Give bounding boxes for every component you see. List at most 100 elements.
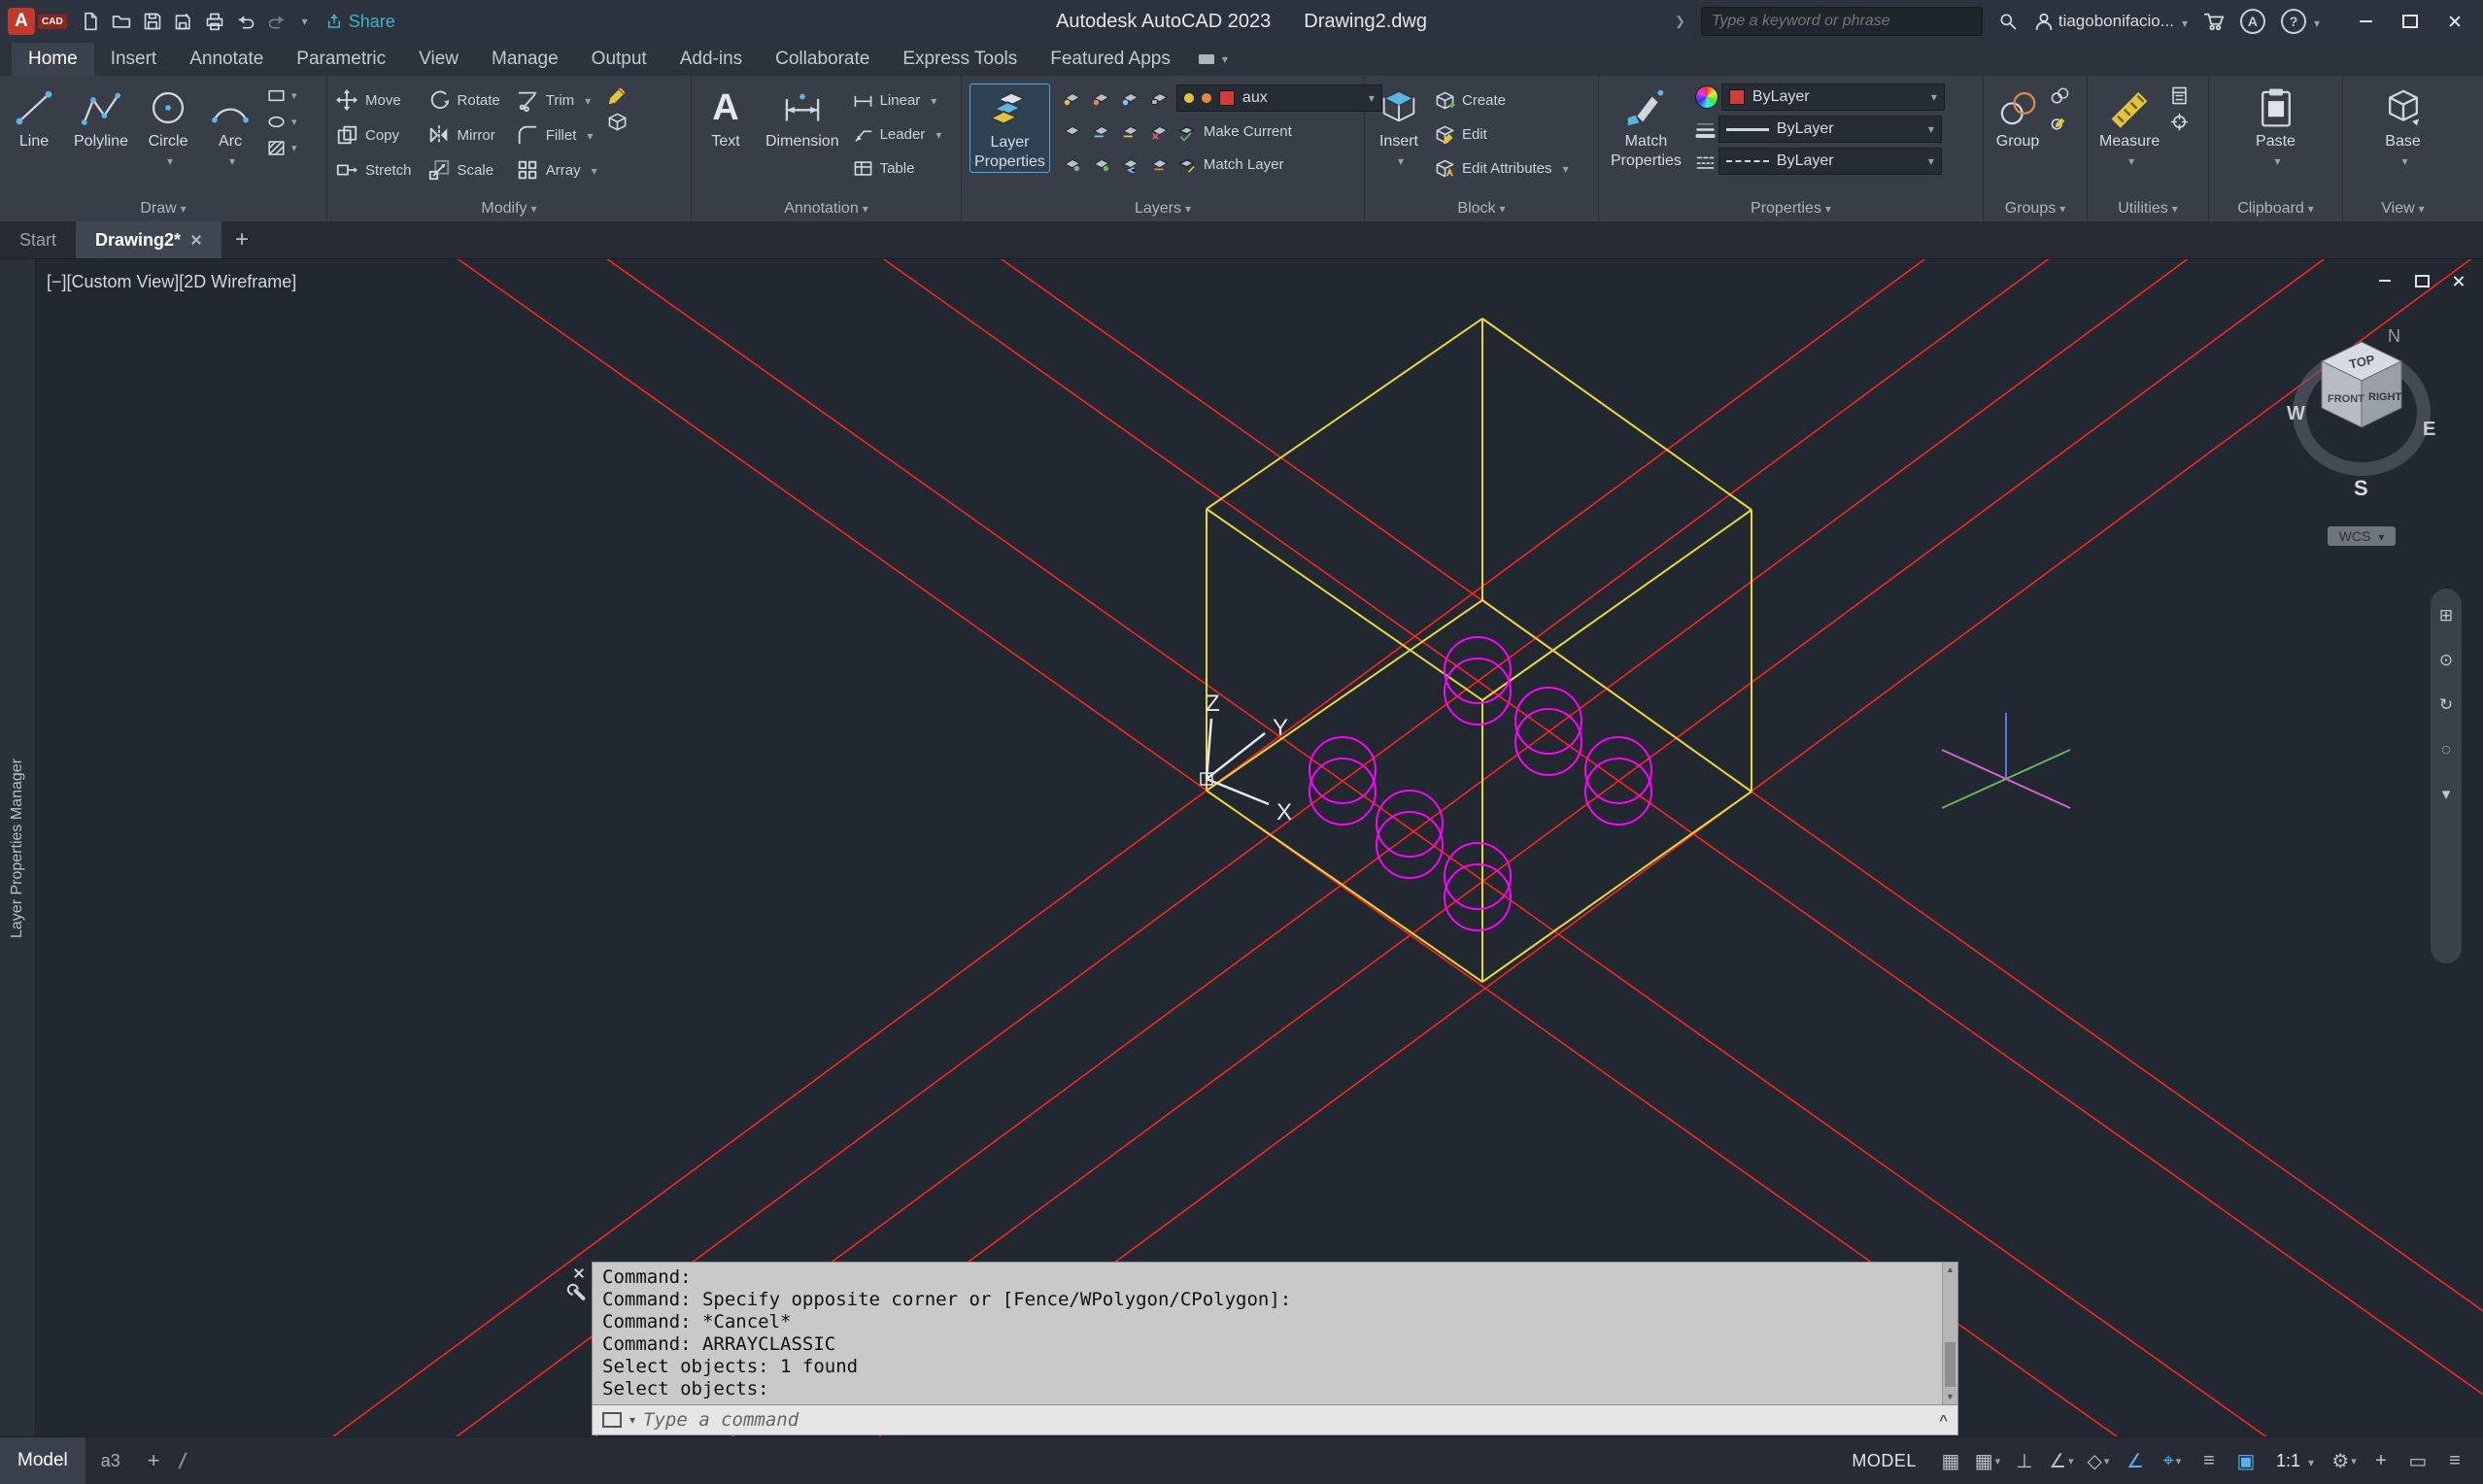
layer-off-icon[interactable] xyxy=(1060,89,1083,107)
panel-label-clipboard[interactable]: Clipboard xyxy=(2209,195,2342,221)
command-window[interactable]: Command: Command: Specify opposite corner… xyxy=(566,1262,1958,1435)
trim-caret[interactable] xyxy=(581,92,591,109)
layer-properties-button[interactable]: Layer Properties xyxy=(969,84,1050,173)
linetype-icon[interactable] xyxy=(1695,152,1716,172)
tab-express-tools[interactable]: Express Tools xyxy=(886,43,1034,76)
group-tool[interactable]: Group xyxy=(1991,84,2044,152)
autocad-logo[interactable]: A xyxy=(8,8,35,35)
tab-annotate[interactable]: Annotate xyxy=(173,43,280,76)
search-box[interactable] xyxy=(1700,7,1983,36)
layer-isolate-icon[interactable] xyxy=(1089,89,1112,107)
circle-split-caret[interactable] xyxy=(163,152,173,170)
layer-state-icon[interactable] xyxy=(1060,122,1083,140)
qat-customize-caret[interactable] xyxy=(298,13,308,30)
object-color-dropdown[interactable]: ByLayer xyxy=(1720,84,1945,111)
viewport-minimize-icon[interactable] xyxy=(2376,272,2394,289)
text-tool[interactable]: A Text xyxy=(699,84,752,152)
array-caret[interactable] xyxy=(588,162,597,179)
group-edit-icon[interactable] xyxy=(2050,112,2070,132)
snap-mode-icon[interactable]: ▦ ▾ xyxy=(1971,1444,2004,1477)
tab-add-ins[interactable]: Add-ins xyxy=(663,43,759,76)
linear-dimension-tool[interactable]: Linear xyxy=(853,84,942,117)
edit-attributes-caret[interactable] xyxy=(1559,160,1569,177)
model-space-tab[interactable]: Model xyxy=(0,1437,85,1484)
viewport-close-icon[interactable] xyxy=(2450,272,2467,289)
compass-south[interactable]: S xyxy=(2354,476,2368,500)
layer-delete-icon[interactable] xyxy=(1147,122,1171,140)
navbar-icon[interactable]: ⊙ xyxy=(2436,651,2456,670)
copy-tool[interactable]: Copy xyxy=(335,118,412,152)
wcs-dropdown[interactable]: WCS xyxy=(2327,526,2397,546)
mirror-tool[interactable]: Mirror xyxy=(427,118,500,152)
stretch-tool[interactable]: Stretch xyxy=(335,153,412,186)
viewport-restore-icon[interactable] xyxy=(2413,272,2431,289)
command-input-bar[interactable]: ▾ Type a command ^ xyxy=(592,1405,1958,1435)
customize-icon[interactable]: ≡ xyxy=(2438,1444,2471,1477)
panel-label-modify[interactable]: Modify xyxy=(327,195,691,221)
id-point-icon[interactable] xyxy=(2169,112,2190,132)
linear-caret[interactable] xyxy=(927,92,936,109)
help-menu[interactable]: ? xyxy=(2280,9,2320,34)
rectangle-tool-icon[interactable] xyxy=(266,85,287,106)
compass-west[interactable]: W xyxy=(2287,403,2305,424)
maximize-button[interactable] xyxy=(2388,0,2432,43)
navbar-icon[interactable]: ↻ xyxy=(2436,695,2456,715)
insert-caret[interactable] xyxy=(1394,152,1404,170)
tab-manage[interactable]: Manage xyxy=(475,43,575,76)
autodesk-assistant-icon[interactable]: A xyxy=(2239,9,2265,34)
linetype-dropdown[interactable]: ByLayer xyxy=(1718,148,1942,175)
viewcube-front-face[interactable]: FRONT xyxy=(2328,393,2364,405)
search-input[interactable] xyxy=(1709,12,1974,31)
ellipse-tool-icon[interactable] xyxy=(266,112,287,132)
array-tool[interactable]: Array xyxy=(516,153,597,186)
compass-east[interactable]: E xyxy=(2423,419,2435,440)
polar-tracking-icon[interactable]: ∠ ▾ xyxy=(2045,1444,2078,1477)
insert-block-tool[interactable]: Insert xyxy=(1373,84,1425,172)
ungroup-icon[interactable] xyxy=(2050,85,2070,106)
polyline-tool[interactable]: Polyline xyxy=(70,84,132,152)
layout-tab-a3[interactable]: a3 xyxy=(85,1451,136,1471)
navbar-icon[interactable]: ◌ xyxy=(2436,740,2456,759)
scroll-down-icon[interactable]: ▼ xyxy=(1945,1392,1956,1402)
scroll-up-icon[interactable]: ▲ xyxy=(1945,1265,1956,1275)
clean-screen-icon[interactable]: ▭ xyxy=(2401,1444,2434,1477)
tab-home[interactable]: Home xyxy=(12,43,94,76)
command-history-scrollbar[interactable]: ▲ ▼ xyxy=(1942,1263,1957,1404)
tab-view[interactable]: View xyxy=(402,43,475,76)
file-tab-start[interactable]: Start xyxy=(0,221,76,258)
base-view-caret[interactable] xyxy=(2398,152,2407,170)
navbar-icon[interactable]: ▾ xyxy=(2436,785,2456,804)
viewcube-right-face[interactable]: RIGHT xyxy=(2368,391,2402,403)
close-drawing-tab-icon[interactable] xyxy=(190,234,202,246)
panel-label-view[interactable]: View xyxy=(2343,195,2463,221)
panel-label-block[interactable]: Block xyxy=(1365,195,1598,221)
new-drawing-tab-button[interactable]: + xyxy=(221,221,262,258)
search-icon[interactable] xyxy=(1998,12,2018,31)
paste-caret[interactable] xyxy=(2270,152,2280,170)
leader-tool[interactable]: Leader xyxy=(853,118,942,151)
command-input-prompt[interactable]: Type a command xyxy=(643,1409,1931,1431)
command-expand-icon[interactable]: ^ xyxy=(1939,1412,1948,1429)
minimize-button[interactable] xyxy=(2343,0,2388,43)
rotate-tool[interactable]: Rotate xyxy=(427,84,500,117)
compass-north[interactable]: N xyxy=(2388,326,2400,346)
command-customize-wrench-icon[interactable] xyxy=(572,1288,586,1301)
workspace-switching-icon[interactable]: ⚙ ▾ xyxy=(2328,1444,2361,1477)
match-properties-tool[interactable]: Match Properties xyxy=(1607,84,1685,171)
view-cube-graphic[interactable]: W N E S TOP FRONT RIGHT xyxy=(2279,313,2444,517)
command-options-icon[interactable] xyxy=(602,1412,622,1428)
layer-dropdown[interactable]: aux xyxy=(1175,84,1382,112)
selection-cycling-icon[interactable]: ▣ xyxy=(2229,1444,2262,1477)
layer-lock-icon[interactable] xyxy=(1147,89,1171,107)
layer-unlock-icon[interactable] xyxy=(1089,155,1112,173)
panel-label-annotation[interactable]: Annotation xyxy=(692,195,961,221)
tab-collaborate[interactable]: Collaborate xyxy=(759,43,886,76)
scrollbar-thumb[interactable] xyxy=(1945,1342,1956,1387)
base-view-tool[interactable]: Base xyxy=(2377,84,2430,172)
fillet-tool[interactable]: Fillet xyxy=(516,118,597,152)
layer-properties-palette-tab[interactable]: Layer Properties Manager xyxy=(0,258,36,1437)
measure-caret[interactable] xyxy=(2125,152,2134,170)
navbar-icon[interactable]: ⊞ xyxy=(2436,606,2456,625)
trim-tool[interactable]: Trim xyxy=(516,84,597,117)
paste-tool[interactable]: Paste xyxy=(2250,84,2302,172)
